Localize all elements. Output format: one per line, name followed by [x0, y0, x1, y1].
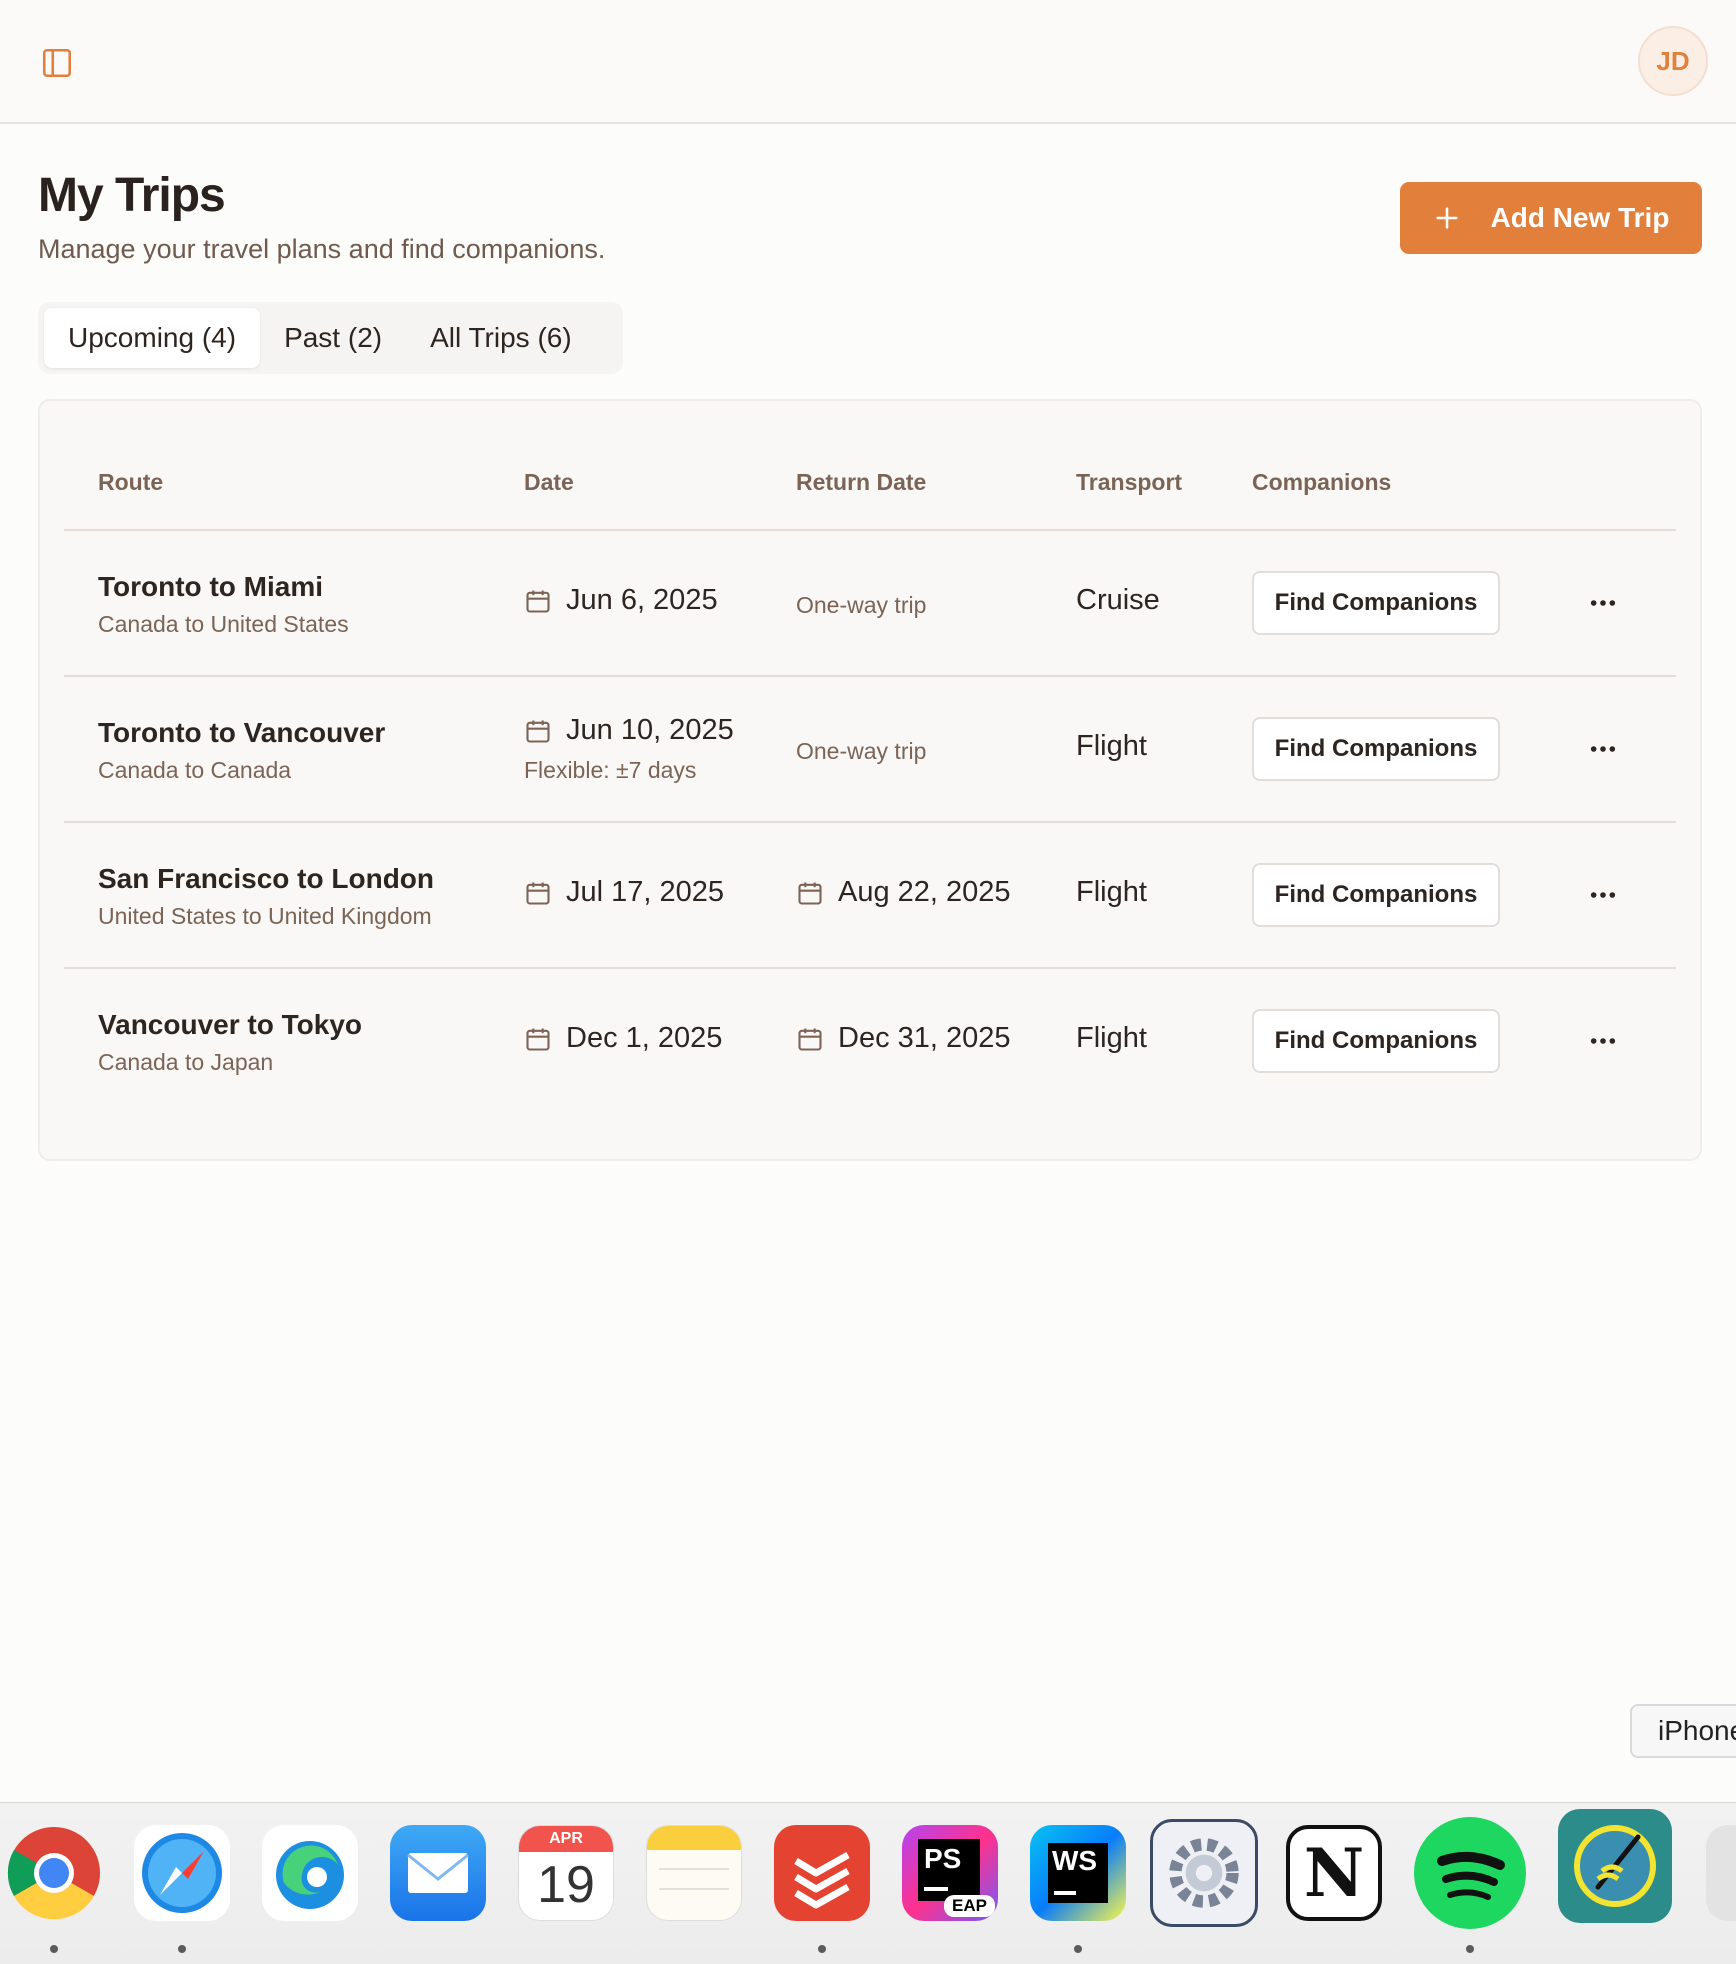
column-header-route: Route	[98, 469, 164, 495]
plus-icon	[1435, 207, 1458, 229]
calendar-day: 19	[537, 1856, 595, 1914]
flexible-dates-note: Flexible: ±7 days	[524, 757, 697, 783]
mail-icon[interactable]	[390, 1825, 486, 1921]
phpstorm-label: PS	[924, 1843, 962, 1874]
departure-date-text: Jul 17, 2025	[566, 876, 725, 908]
fork-food-app-icon[interactable]	[1558, 1809, 1672, 1923]
calendar-icon	[526, 1028, 550, 1051]
tab-upcoming[interactable]: Upcoming (4)	[44, 308, 261, 368]
transport-type: Flight	[1076, 1022, 1147, 1054]
transport-type: Cruise	[1076, 584, 1160, 616]
return-date: Dec 31, 2025	[796, 1022, 1011, 1055]
return-date-text: Dec 31, 2025	[838, 1022, 1011, 1054]
top-bar: JD	[0, 0, 1736, 124]
return-date-text: Aug 22, 2025	[838, 876, 1011, 908]
return-date: One-way trip	[796, 592, 927, 618]
tab-all-trips[interactable]: All Trips (6)	[406, 308, 596, 368]
column-header-date: Date	[524, 469, 574, 495]
find-companions-button[interactable]: Find Companions	[1252, 717, 1500, 781]
page-title: My Trips	[38, 169, 226, 222]
webstorm-icon[interactable]: WS	[1030, 1825, 1126, 1921]
table-row: Toronto to Vancouver Canada to Canada Ju…	[40, 677, 1704, 823]
table-row: San Francisco to London United States to…	[40, 823, 1704, 969]
more-options-icon[interactable]	[1578, 875, 1628, 915]
route-name: San Francisco to London	[98, 863, 435, 894]
partial-app-icon[interactable]	[1706, 1825, 1736, 1921]
departure-date-text: Jun 10, 2025	[566, 714, 734, 746]
notes-header	[647, 1826, 741, 1850]
add-new-trip-button[interactable]: Add New Trip	[1400, 182, 1702, 254]
calendar-icon	[526, 720, 550, 743]
running-indicator	[50, 1945, 58, 1953]
webstorm-label: WS	[1052, 1845, 1098, 1876]
running-indicator	[818, 1945, 826, 1953]
calendar-icon	[798, 882, 822, 905]
route-countries: United States to United Kingdom	[98, 903, 432, 929]
departure-date: Jul 17, 2025	[524, 876, 724, 909]
calendar-icon	[798, 1028, 822, 1051]
notion-icon[interactable]: N	[1286, 1825, 1382, 1921]
trip-tabs: Upcoming (4) Past (2) All Trips (6)	[38, 302, 623, 374]
device-toast[interactable]: iPhone	[1630, 1704, 1736, 1758]
avatar[interactable]: JD	[1638, 26, 1708, 96]
phpstorm-icon[interactable]: PS EAP	[902, 1825, 998, 1921]
running-indicator	[1466, 1945, 1474, 1953]
trips-table: Route Date Return Date Transport Compani…	[38, 399, 1702, 1161]
todoist-icon[interactable]	[774, 1825, 870, 1921]
spotify-icon[interactable]	[1414, 1817, 1526, 1929]
more-options-icon[interactable]	[1578, 1021, 1628, 1061]
return-date: One-way trip	[796, 738, 927, 764]
transport-type: Flight	[1076, 730, 1147, 762]
departure-date: Jun 6, 2025	[524, 584, 718, 617]
route-name: Vancouver to Tokyo	[98, 1009, 362, 1040]
route-countries: Canada to Japan	[98, 1049, 274, 1075]
column-header-companions: Companions	[1252, 469, 1392, 495]
calendar-month: APR	[519, 1826, 613, 1852]
find-companions-button[interactable]: Find Companions	[1252, 863, 1500, 927]
departure-date: Dec 1, 2025	[524, 1022, 722, 1055]
table-row: Toronto to Miami Canada to United States…	[40, 531, 1704, 677]
tab-past[interactable]: Past (2)	[260, 308, 406, 368]
calendar-icon	[526, 590, 550, 613]
edge-icon[interactable]	[262, 1825, 358, 1921]
find-companions-button[interactable]: Find Companions	[1252, 571, 1500, 635]
route-countries: Canada to Canada	[98, 757, 292, 783]
running-indicator	[178, 1945, 186, 1953]
safari-icon[interactable]	[134, 1825, 230, 1921]
route-name: Toronto to Miami	[98, 571, 323, 602]
notes-icon[interactable]	[646, 1825, 742, 1921]
sidebar-toggle-icon[interactable]	[40, 46, 74, 80]
column-header-return-date: Return Date	[796, 469, 927, 495]
more-options-icon[interactable]	[1578, 729, 1628, 769]
route-countries: Canada to United States	[98, 611, 349, 637]
dock: APR 19 PS EAP WS N	[0, 1802, 1736, 1964]
find-companions-button[interactable]: Find Companions	[1252, 1009, 1500, 1073]
departure-date: Jun 10, 2025	[524, 714, 734, 747]
system-settings-icon[interactable]	[1150, 1819, 1258, 1927]
page-subtitle: Manage your travel plans and find compan…	[38, 234, 606, 264]
column-header-transport: Transport	[1076, 469, 1183, 495]
departure-date-text: Dec 1, 2025	[566, 1022, 723, 1054]
return-date: Aug 22, 2025	[796, 876, 1011, 909]
calendar-app-icon[interactable]: APR 19	[518, 1825, 614, 1921]
table-row: Vancouver to Tokyo Canada to Japan Dec 1…	[40, 969, 1704, 1115]
route-name: Toronto to Vancouver	[98, 717, 386, 748]
departure-date-text: Jun 6, 2025	[566, 584, 718, 616]
add-new-trip-label: Add New Trip	[1490, 202, 1670, 233]
chrome-icon[interactable]	[6, 1825, 102, 1921]
eap-badge: EAP	[944, 1895, 995, 1917]
calendar-icon	[526, 882, 550, 905]
transport-type: Flight	[1076, 876, 1147, 908]
running-indicator	[1074, 1945, 1082, 1953]
more-options-icon[interactable]	[1578, 583, 1628, 623]
